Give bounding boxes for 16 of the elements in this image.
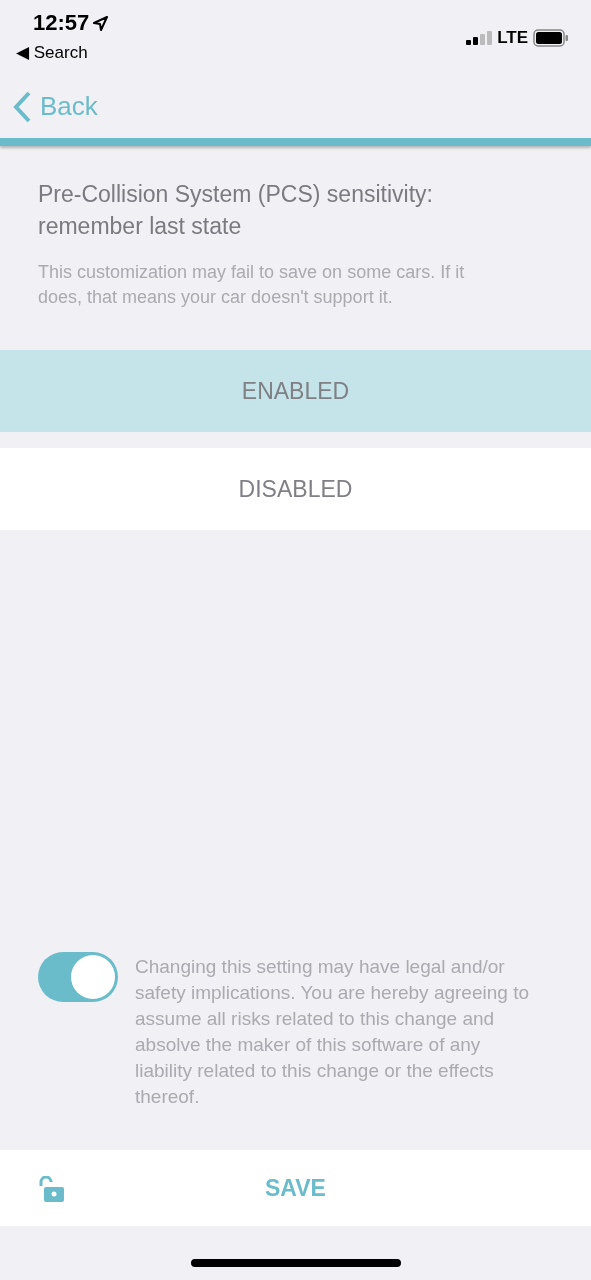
back-button[interactable]: Back (12, 90, 98, 123)
status-time: 12:57 (33, 10, 90, 36)
save-button[interactable]: SAVE (259, 1173, 332, 1203)
setting-description: This customization may fail to save on some cars. If it does, that means your car doesn't support it. (38, 261, 466, 309)
option-row[interactable]: ENABLED (0, 350, 591, 432)
chevron-left-icon (12, 90, 32, 123)
option-row[interactable]: DISABLED (0, 448, 591, 530)
toggle-switch[interactable] (38, 952, 118, 1002)
signal-icon (466, 30, 493, 45)
setting-title: Pre-Collision System (PCS) sensitivity: remember last state (38, 180, 434, 241)
disclaimer-text: Changing this setting may have legal and/or safety implications. You are hereby agreeing to assume all risks related to this change and absolve the maker of this software of any liability related to this change or the effects thereof. (135, 955, 529, 1109)
network-label: LTE (497, 27, 528, 48)
battery-icon (533, 28, 569, 47)
unlocked-padlock-icon[interactable] (38, 1176, 64, 1202)
back-to-app-link[interactable]: ◀ Search (16, 42, 109, 63)
location-icon (93, 15, 109, 31)
